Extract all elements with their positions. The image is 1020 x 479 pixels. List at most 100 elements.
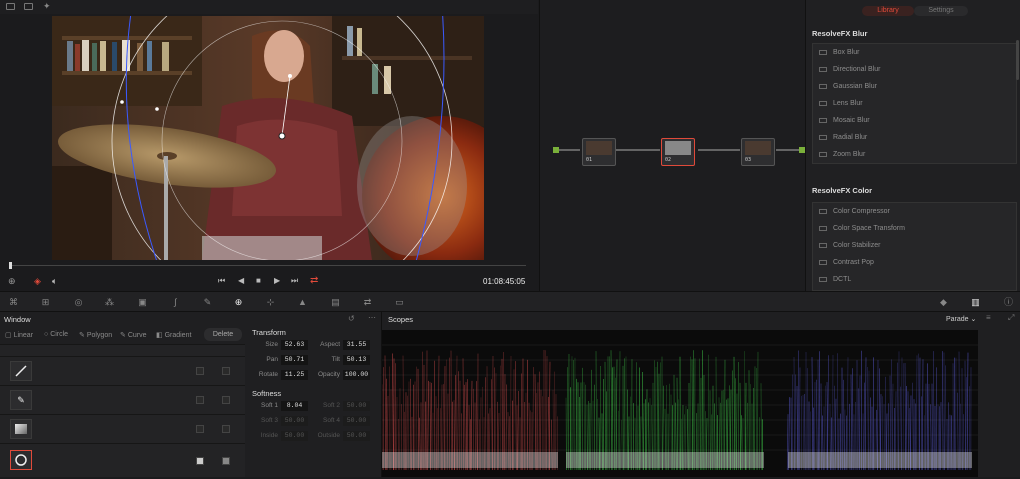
skip-forward-icon[interactable]: ⏭︎ bbox=[291, 276, 298, 286]
pan-field[interactable]: 50.71 bbox=[281, 355, 308, 365]
list-item[interactable]: Directional Blur bbox=[813, 61, 1016, 78]
rotate-field[interactable]: 11.25 bbox=[281, 370, 308, 380]
window-row-selected[interactable] bbox=[0, 443, 245, 477]
reset-icon[interactable]: ↺ bbox=[348, 314, 355, 323]
delete-button[interactable]: Delete bbox=[204, 328, 242, 341]
gallery-icon[interactable] bbox=[24, 3, 33, 10]
list-item[interactable]: Lens Blur bbox=[813, 95, 1016, 112]
view-options-icon[interactable]: ⊕ bbox=[8, 276, 16, 287]
loop-icon[interactable]: ⇄ bbox=[310, 275, 318, 286]
expand-icon[interactable]: ⤢ bbox=[1008, 313, 1014, 323]
node-editor[interactable]: 01 02 03 bbox=[539, 0, 805, 291]
list-item[interactable]: DCTL bbox=[813, 271, 1016, 288]
soft4-field[interactable]: 50.00 bbox=[343, 416, 370, 426]
outside-field[interactable]: 50.00 bbox=[343, 431, 370, 441]
list-item[interactable]: Box Blur bbox=[813, 44, 1016, 61]
linear-swatch[interactable] bbox=[10, 361, 32, 381]
soft1-field[interactable]: 8.04 bbox=[281, 401, 308, 411]
window-row[interactable] bbox=[0, 414, 245, 443]
add-gradient-button[interactable]: ◧ Gradient bbox=[156, 331, 191, 339]
node-label: 03 bbox=[745, 157, 751, 163]
scope-mode-select[interactable]: Parade ⌄ bbox=[946, 315, 976, 323]
list-item[interactable]: Mosaic Blur bbox=[813, 112, 1016, 129]
window-row[interactable] bbox=[0, 356, 245, 385]
keyframes-icon[interactable]: ◆ bbox=[938, 297, 949, 307]
opacity-field[interactable]: 100.00 bbox=[343, 370, 370, 380]
playhead[interactable] bbox=[9, 262, 12, 269]
color-wheels-icon[interactable]: ◎ bbox=[73, 297, 84, 307]
soft3-field[interactable]: 50.00 bbox=[281, 416, 308, 426]
magic-wand-icon[interactable]: ✦ bbox=[43, 1, 51, 12]
size-field[interactable]: 52.63 bbox=[281, 340, 308, 350]
tilt-field[interactable]: 50.13 bbox=[343, 355, 370, 365]
window-row[interactable] bbox=[0, 344, 245, 356]
tab-library[interactable]: Library bbox=[862, 6, 914, 16]
polygon-label: Polygon bbox=[87, 332, 112, 339]
play-icon[interactable]: ▶ bbox=[274, 276, 280, 285]
key-icon[interactable]: ▤ bbox=[330, 297, 341, 307]
list-item[interactable]: Radial Blur bbox=[813, 129, 1016, 146]
aspect-field[interactable]: 31.55 bbox=[343, 340, 370, 350]
node-03[interactable]: 03 bbox=[741, 138, 775, 166]
list-item[interactable]: Gaussian Blur bbox=[813, 78, 1016, 95]
add-circle-button[interactable]: ○ Circle bbox=[44, 331, 68, 338]
motion-effects-icon[interactable]: ▣ bbox=[137, 297, 148, 307]
list-item[interactable]: Color Compressor bbox=[813, 203, 1016, 220]
softness-title: Softness bbox=[252, 389, 281, 398]
skip-back-icon[interactable]: ⏮︎ bbox=[218, 276, 225, 286]
mask-toggle[interactable] bbox=[222, 396, 230, 404]
info-icon[interactable]: ⓘ bbox=[1003, 297, 1014, 307]
invert-toggle[interactable] bbox=[196, 457, 204, 465]
node-label: 02 bbox=[665, 157, 671, 163]
3d-icon[interactable]: ▭ bbox=[394, 297, 405, 307]
qualifier-icon[interactable]: ✎ bbox=[202, 297, 213, 307]
list-item[interactable]: Zoom Blur bbox=[813, 146, 1016, 163]
node-01[interactable]: 01 bbox=[582, 138, 616, 166]
list-item[interactable]: Color Space Transform bbox=[813, 220, 1016, 237]
list-item[interactable]: Contrast Pop bbox=[813, 254, 1016, 271]
circle-swatch[interactable] bbox=[10, 450, 32, 470]
tracker-icon[interactable]: ⊹ bbox=[265, 297, 276, 307]
stop-icon[interactable]: ■ bbox=[256, 276, 261, 285]
blur-icon[interactable]: ▲ bbox=[297, 297, 308, 307]
soft3-label: Soft 3 bbox=[246, 417, 278, 424]
add-linear-button[interactable]: ▢ Linear bbox=[5, 331, 33, 339]
tab-settings[interactable]: Settings bbox=[914, 6, 968, 16]
sizing-icon[interactable]: ⇄ bbox=[362, 297, 373, 307]
gradient-swatch[interactable] bbox=[10, 419, 32, 439]
invert-toggle[interactable] bbox=[196, 367, 204, 375]
play-reverse-icon[interactable]: ◀ bbox=[238, 276, 244, 285]
window-row[interactable]: ✎ bbox=[0, 385, 245, 414]
inside-field[interactable]: 50.00 bbox=[281, 431, 308, 441]
node-thumbnail bbox=[586, 141, 612, 155]
mask-toggle[interactable] bbox=[222, 367, 230, 375]
rotate-label: Rotate bbox=[246, 371, 278, 378]
invert-toggle[interactable] bbox=[196, 425, 204, 433]
scopes-icon[interactable]: ▥ bbox=[970, 297, 981, 307]
window-icon[interactable]: ⊕ bbox=[233, 297, 244, 307]
input-node[interactable] bbox=[553, 147, 559, 153]
soft2-field[interactable]: 50.00 bbox=[343, 401, 370, 411]
pan-label: Pan bbox=[246, 356, 278, 363]
timeline-scrubber[interactable] bbox=[10, 265, 526, 266]
node-02[interactable]: 02 bbox=[661, 138, 695, 166]
camera-raw-icon[interactable]: ⌘ bbox=[8, 297, 19, 307]
curve-swatch[interactable]: ✎ bbox=[10, 390, 32, 410]
more-icon[interactable]: ⋯ bbox=[368, 313, 376, 322]
list-item[interactable]: Color Stabilizer bbox=[813, 237, 1016, 254]
invert-toggle[interactable] bbox=[196, 396, 204, 404]
single-viewer-icon[interactable] bbox=[6, 3, 15, 10]
add-polygon-button[interactable]: ✎ Polygon bbox=[79, 331, 112, 339]
color-match-icon[interactable]: ⊞ bbox=[40, 297, 51, 307]
mask-toggle[interactable] bbox=[222, 457, 230, 465]
video-frame[interactable] bbox=[52, 16, 484, 260]
rgb-mixer-icon[interactable]: ⁂ bbox=[104, 297, 115, 307]
mask-toggle[interactable] bbox=[222, 425, 230, 433]
scrollbar[interactable] bbox=[1016, 40, 1019, 80]
add-curve-button[interactable]: ✎ Curve bbox=[120, 331, 147, 339]
window-panel: Window ↺ ⋯ ▢ Linear ○ Circle ✎ Polygon ✎… bbox=[0, 312, 382, 477]
scope-settings-icon[interactable]: ≡ bbox=[986, 313, 991, 322]
volume-icon[interactable]: 🔈︎ bbox=[52, 276, 57, 287]
curves-icon[interactable]: ∫ bbox=[170, 297, 181, 307]
layers-icon[interactable]: ◈ bbox=[34, 276, 41, 287]
